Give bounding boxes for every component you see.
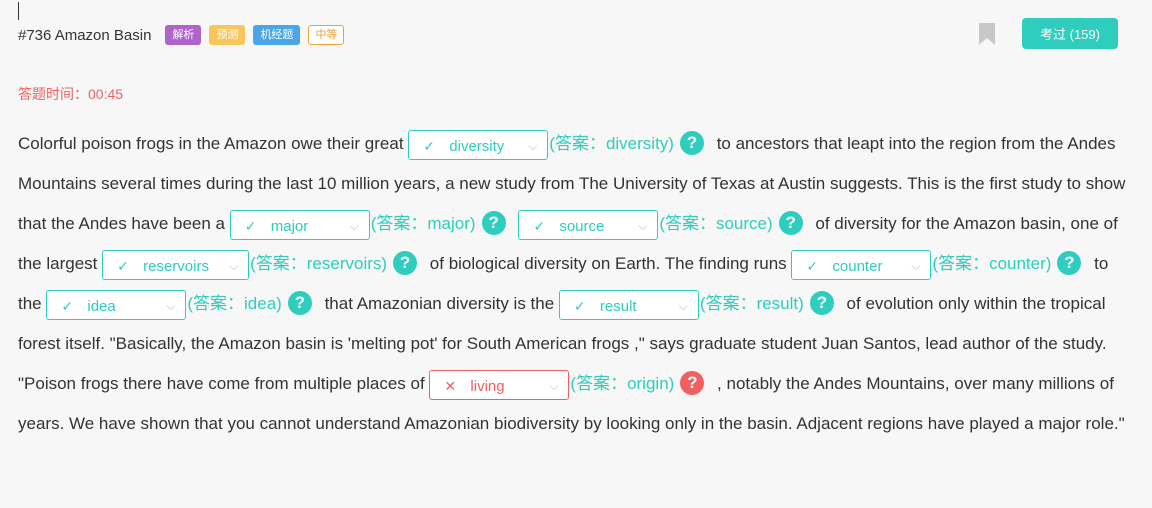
blank-select-7[interactable]: ✓ result ⌵	[558, 289, 699, 320]
question-icon[interactable]: ?	[393, 250, 418, 275]
question-icon[interactable]: ?	[778, 210, 803, 235]
chevron-down-icon: ⌵	[166, 298, 176, 313]
blank-value: diversity	[449, 137, 505, 155]
check-icon: ✓	[533, 217, 546, 234]
blank-value: reservoirs	[143, 257, 209, 275]
blank-value: counter	[832, 257, 883, 275]
question-title: #736 Amazon Basin	[18, 26, 152, 44]
check-icon: ✓	[244, 217, 257, 234]
blank-select-1[interactable]: ✓ diversity ⌵	[408, 129, 549, 160]
check-icon: ✓	[423, 137, 436, 154]
check-icon: ✓	[61, 297, 74, 314]
blank-select-8[interactable]: ✕ living ⌵	[429, 369, 570, 400]
question-icon[interactable]: ?	[481, 210, 506, 235]
blank-select-5[interactable]: ✓ counter ⌵	[791, 249, 932, 280]
passage-text: Colorful poison frogs in the Amazon owe …	[18, 124, 1128, 444]
answer-label: (答案：major)	[370, 214, 476, 233]
answer-label: (答案：idea)	[187, 294, 282, 313]
tag-analysis[interactable]: 解析	[165, 25, 202, 45]
bookmark-icon[interactable]	[979, 23, 995, 45]
chevron-down-icon: ⌵	[229, 258, 239, 273]
tag-exam-question[interactable]: 机经题	[253, 25, 301, 45]
blank-value: living	[470, 377, 505, 395]
answer-label: (答案：counter)	[932, 254, 1052, 273]
answer-label: (答案：result)	[699, 294, 804, 313]
chevron-down-icon: ⌵	[349, 218, 359, 233]
chevron-down-icon: ⌵	[549, 378, 559, 393]
chevron-down-icon: ⌵	[678, 298, 688, 313]
tag-prediction[interactable]: 预测	[209, 25, 246, 45]
blank-select-2[interactable]: ✓ major ⌵	[229, 209, 370, 240]
blank-select-4[interactable]: ✓ reservoirs ⌵	[102, 249, 250, 280]
passage-segment: that Amazonian diversity is the	[324, 294, 559, 313]
check-icon: ✓	[117, 257, 129, 274]
difficulty-badge: 中等	[308, 25, 345, 45]
blank-select-3[interactable]: ✓ source ⌵	[518, 209, 659, 240]
text-cursor	[18, 2, 19, 20]
question-icon[interactable]: ?	[809, 290, 834, 315]
blank-value: source	[559, 217, 605, 235]
question-icon[interactable]: ?	[287, 290, 312, 315]
chevron-down-icon: ⌵	[528, 138, 538, 153]
question-header: #736 Amazon Basin 解析 预测 机经题 中等	[18, 23, 352, 47]
answer-label: (答案：reservoirs)	[250, 254, 388, 273]
blank-value: major	[270, 217, 309, 235]
cross-icon: ✕	[444, 377, 457, 394]
question-icon[interactable]: ?	[680, 370, 705, 395]
passage-segment: Colorful poison frogs in the Amazon owe …	[18, 134, 409, 153]
check-icon: ✓	[806, 257, 819, 274]
blank-value: idea	[87, 297, 116, 315]
chevron-down-icon: ⌵	[911, 258, 921, 273]
answer-label: (答案：diversity)	[549, 134, 674, 153]
answer-label: (答案：origin)	[570, 374, 675, 393]
check-icon: ✓	[573, 297, 586, 314]
blank-value: result	[599, 297, 637, 315]
chevron-down-icon: ⌵	[638, 218, 648, 233]
answer-timer: 答题时间：00:45	[18, 86, 124, 102]
passage-segment: of biological diversity on Earth. The fi…	[429, 254, 792, 273]
answer-label: (答案：source)	[659, 214, 773, 233]
blank-select-6[interactable]: ✓ idea ⌵	[46, 289, 187, 320]
question-icon[interactable]: ?	[1057, 250, 1082, 275]
taken-exam-button[interactable]: 考过 (159)	[1022, 18, 1118, 49]
question-icon[interactable]: ?	[679, 130, 704, 155]
